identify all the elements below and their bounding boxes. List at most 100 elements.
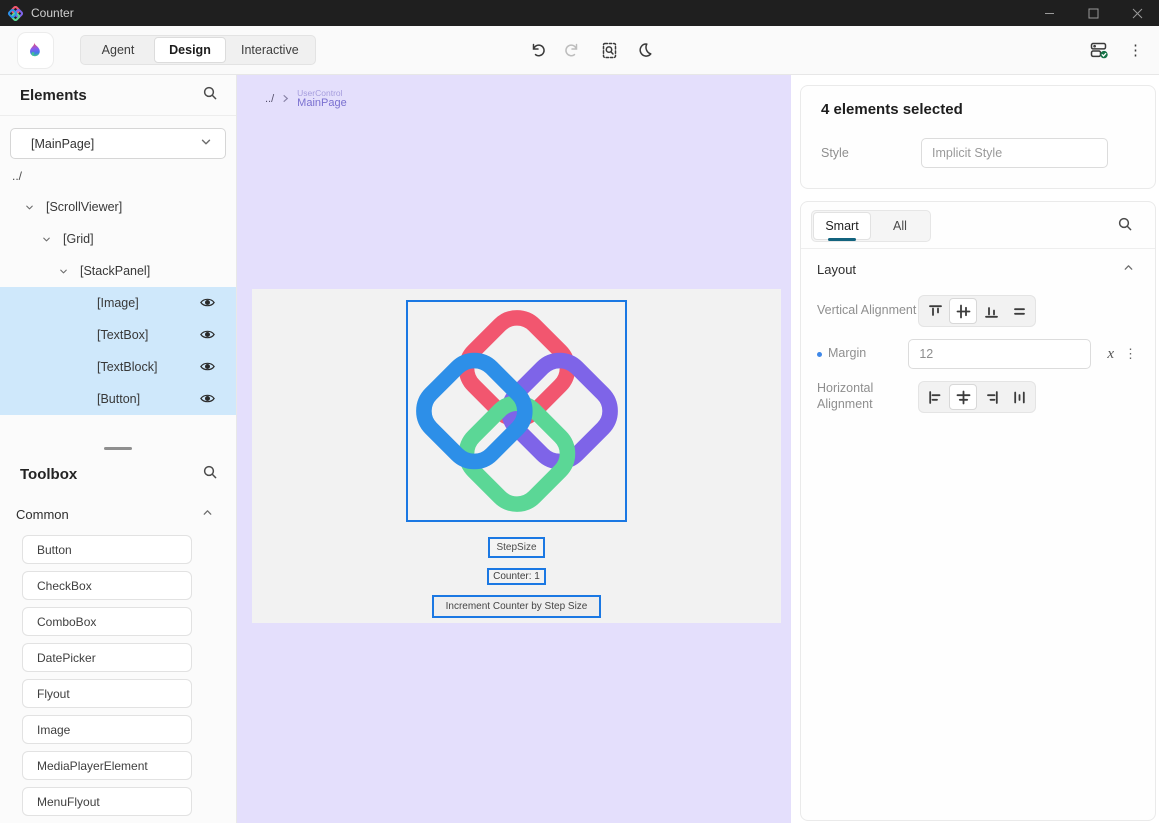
tree-item-textblock[interactable]: [TextBlock] — [0, 351, 236, 383]
tree-item-label: [Image] — [97, 296, 139, 310]
toolbox-item-datepicker[interactable]: DatePicker — [22, 643, 192, 672]
layout-section-header[interactable]: Layout — [801, 249, 1155, 287]
element-tree: [ScrollViewer] [Grid] [StackPanel] [Imag… — [0, 191, 236, 415]
align-top-icon — [927, 303, 944, 320]
horizontal-alignment-row: Horizontal Alignment — [801, 381, 1155, 413]
tree-item-label: [TextBox] — [97, 328, 148, 342]
toolbox-section-common[interactable]: Common — [0, 499, 236, 529]
property-set-indicator — [817, 352, 822, 357]
tree-item-button[interactable]: [Button] — [0, 383, 236, 415]
properties-card: Smart All Layout Vertical Alignment — [800, 201, 1156, 821]
elements-panel-title: Elements — [20, 87, 87, 104]
eye-icon[interactable] — [199, 391, 216, 409]
properties-search-icon[interactable] — [1117, 216, 1133, 237]
toolbox-item-menuflyout[interactable]: MenuFlyout — [22, 787, 192, 816]
toolbox-item-image[interactable]: Image — [22, 715, 192, 744]
theme-toggle-button[interactable] — [632, 37, 658, 63]
expression-binding-button[interactable]: x — [1107, 346, 1114, 363]
margin-more-button[interactable]: ⋮ — [1124, 346, 1137, 362]
layout-section-title: Layout — [817, 262, 856, 277]
selected-image-element[interactable] — [406, 300, 627, 522]
uno-logo-image — [410, 304, 624, 518]
splitter-grip[interactable] — [104, 447, 132, 450]
minimize-button[interactable] — [1027, 0, 1071, 26]
scope-dropdown-value: [MainPage] — [31, 137, 94, 151]
toolbox-panel-title: Toolbox — [20, 466, 77, 483]
tree-item-scrollviewer[interactable]: [ScrollViewer] — [0, 191, 236, 223]
tab-interactive[interactable]: Interactive — [226, 37, 314, 63]
design-canvas[interactable]: ../ UserControl MainPage — [237, 75, 791, 823]
align-left-icon — [927, 389, 944, 406]
tree-root-path[interactable]: ../ — [12, 169, 236, 183]
vertical-alignment-row: Vertical Alignment — [801, 295, 1155, 327]
window-title: Counter — [31, 6, 74, 20]
halign-stretch-button[interactable] — [1005, 384, 1033, 410]
valign-center-button[interactable] — [949, 298, 977, 324]
valign-top-button[interactable] — [921, 298, 949, 324]
tree-item-stackpanel[interactable]: [StackPanel] — [0, 255, 236, 287]
tree-item-label: [Button] — [97, 392, 140, 406]
toolbox-item-mediaplayerelement[interactable]: MediaPlayerElement — [22, 751, 192, 780]
redo-button[interactable] — [560, 37, 586, 63]
tab-smart[interactable]: Smart — [813, 212, 871, 240]
app-logo-icon — [8, 6, 23, 21]
maximize-button[interactable] — [1071, 0, 1115, 26]
align-right-icon — [983, 389, 1000, 406]
toolbox-item-button[interactable]: Button — [22, 535, 192, 564]
eye-icon[interactable] — [199, 359, 216, 377]
redo-icon — [564, 41, 582, 59]
halign-center-button[interactable] — [949, 384, 977, 410]
toolbox-item-flyout[interactable]: Flyout — [22, 679, 192, 708]
toolbox-item-checkbox[interactable]: CheckBox — [22, 571, 192, 600]
toolbox-search-icon[interactable] — [202, 464, 218, 485]
hot-design-flame-button[interactable] — [17, 32, 54, 69]
style-input[interactable] — [921, 138, 1108, 168]
elements-search-icon[interactable] — [202, 85, 218, 106]
vertical-alignment-label: Vertical Alignment — [817, 303, 918, 319]
selected-textblock-element[interactable]: Counter: 1 — [487, 568, 546, 585]
tab-design[interactable]: Design — [154, 37, 226, 63]
chevron-down-icon[interactable] — [41, 234, 53, 245]
toolbox-item-combobox[interactable]: ComboBox — [22, 607, 192, 636]
close-button[interactable] — [1115, 0, 1159, 26]
vertical-alignment-group — [918, 295, 1036, 327]
panel-splitter[interactable] — [0, 415, 236, 454]
tree-item-grid[interactable]: [Grid] — [0, 223, 236, 255]
flame-icon — [25, 39, 47, 61]
tab-agent[interactable]: Agent — [82, 37, 154, 63]
tab-all[interactable]: All — [871, 212, 929, 240]
selected-button-element[interactable]: Increment Counter by Step Size — [432, 595, 602, 618]
left-panel: Elements [MainPage] ../ [ScrollViewer] — [0, 75, 237, 823]
inspect-element-button[interactable] — [596, 37, 622, 63]
selected-textbox-element[interactable]: StepSize — [488, 537, 544, 558]
align-vcenter-icon — [955, 303, 972, 320]
device-preview-button[interactable] — [1086, 37, 1112, 63]
align-hstretch-icon — [1011, 389, 1028, 406]
eye-icon[interactable] — [199, 295, 216, 313]
more-options-button[interactable]: ⋮ — [1128, 41, 1143, 59]
breadcrumb-page-name[interactable]: MainPage — [297, 98, 347, 110]
margin-input[interactable] — [908, 339, 1091, 369]
page-design-surface[interactable]: StepSize Counter: 1 Increment Counter by… — [252, 289, 781, 623]
valign-stretch-button[interactable] — [1005, 298, 1033, 324]
chevron-down-icon[interactable] — [24, 202, 36, 213]
inspector-tab-group: Smart All — [811, 210, 931, 242]
app-window: Counter — [0, 0, 1159, 823]
tree-item-textbox[interactable]: [TextBox] — [0, 319, 236, 351]
chevron-down-icon — [199, 135, 213, 152]
chevron-down-icon[interactable] — [58, 266, 70, 277]
toolbar: Agent Design Interactive — [0, 26, 1159, 75]
tree-item-image[interactable]: [Image] — [0, 287, 236, 319]
halign-left-button[interactable] — [921, 384, 949, 410]
inspect-icon — [600, 41, 619, 60]
breadcrumb-root[interactable]: ../ — [265, 93, 274, 105]
valign-bottom-button[interactable] — [977, 298, 1005, 324]
horizontal-alignment-label: Horizontal Alignment — [817, 381, 918, 412]
chevron-right-icon — [281, 90, 290, 108]
properties-panel: 4 elements selected Style Smart All — [791, 75, 1159, 823]
eye-icon[interactable] — [199, 327, 216, 345]
title-bar: Counter — [0, 0, 1159, 26]
undo-button[interactable] — [524, 37, 550, 63]
page-scope-dropdown[interactable]: [MainPage] — [10, 128, 226, 159]
halign-right-button[interactable] — [977, 384, 1005, 410]
